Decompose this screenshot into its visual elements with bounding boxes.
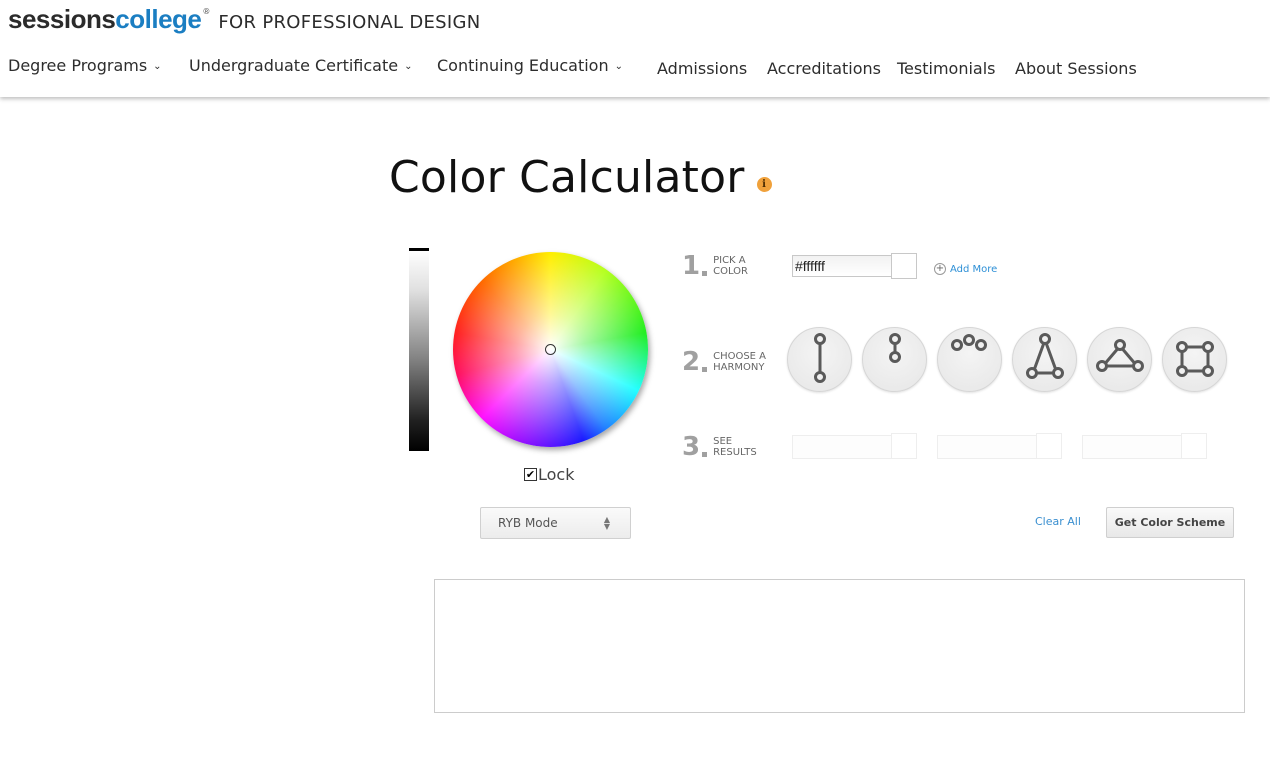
nav-testimonials[interactable]: Testimonials: [897, 59, 996, 78]
nav-label: Testimonials: [897, 59, 996, 78]
nav-label: Accreditations: [767, 59, 881, 78]
color-mode-select[interactable]: RYB Mode ▲ ▼: [480, 507, 631, 539]
result-color-swatch-1: [891, 433, 917, 459]
step-dot: [702, 451, 708, 457]
nav-about-sessions[interactable]: About Sessions: [1015, 59, 1137, 78]
logo-college: college: [115, 4, 202, 34]
result-color-field-2[interactable]: [937, 435, 1037, 459]
main-nav: Degree Programs ⌄ Undergraduate Certifica…: [0, 52, 1270, 82]
result-color-field-3[interactable]: [1082, 435, 1182, 459]
lock-checkbox[interactable]: ✔ Lock: [524, 465, 574, 484]
nav-label: About Sessions: [1015, 59, 1137, 78]
plus-circle-icon: +: [934, 263, 946, 275]
nav-undergraduate-certificate[interactable]: Undergraduate Certificate ⌄: [189, 56, 413, 75]
logo-sessions: sessions: [8, 4, 116, 34]
tetrad-icon: [1176, 341, 1214, 377]
harmony-triad-button[interactable]: [1087, 327, 1152, 392]
nav-label: Admissions: [657, 59, 748, 78]
chevron-down-icon: ⌄: [153, 61, 162, 72]
picked-color-swatch[interactable]: [891, 253, 917, 279]
step-dot: [702, 366, 708, 372]
logo-tagline: FOR PROFESSIONAL DESIGN: [218, 12, 481, 33]
step-dot: [702, 270, 708, 276]
harmony-monochromatic-button[interactable]: [862, 327, 927, 392]
chevron-down-icon: ⌄: [614, 61, 623, 72]
registered-mark: ®: [202, 7, 211, 16]
page-title: Color Calculator: [389, 152, 745, 203]
harmony-complementary-button[interactable]: [787, 327, 852, 392]
color-mode-value: RYB Mode: [498, 516, 558, 530]
nav-label: Continuing Education: [437, 56, 609, 75]
harmony-analogous-button[interactable]: [937, 327, 1002, 392]
add-more-label: Add More: [950, 263, 998, 275]
nav-continuing-education[interactable]: Continuing Education ⌄: [437, 56, 623, 75]
step-number: 2: [682, 347, 701, 377]
brightness-slider-handle[interactable]: [409, 248, 429, 251]
step-number: 3: [682, 432, 701, 462]
result-color-field-1[interactable]: [792, 435, 892, 459]
get-color-scheme-button[interactable]: Get Color Scheme: [1106, 507, 1234, 538]
step-1: 1 PICK A COLOR: [682, 251, 748, 281]
split-complementary-icon: [1026, 333, 1064, 379]
nav-degree-programs[interactable]: Degree Programs ⌄: [8, 56, 162, 75]
step-2: 2 CHOOSE A HARMONY: [682, 347, 766, 377]
harmony-split-complementary-button[interactable]: [1012, 327, 1077, 392]
step-label: CHOOSE A HARMONY: [713, 351, 767, 373]
nav-accreditations[interactable]: Accreditations: [767, 59, 881, 78]
chevron-down-icon: ⌄: [404, 61, 413, 72]
site-logo[interactable]: sessions college ® FOR PROFESSIONAL DESIGN: [8, 4, 481, 35]
brightness-slider[interactable]: [409, 250, 429, 451]
complementary-icon: [814, 333, 826, 383]
checkbox-checked-icon[interactable]: ✔: [524, 468, 537, 481]
nav-label: Undergraduate Certificate: [189, 56, 399, 75]
harmony-tetrad-button[interactable]: [1162, 327, 1227, 392]
nav-admissions[interactable]: Admissions: [657, 59, 747, 78]
hex-color-input[interactable]: #ffffff: [792, 255, 892, 277]
step-number: 1: [682, 251, 701, 281]
triad-icon: [1096, 339, 1144, 372]
step-3: 3 SEE RESULTS: [682, 432, 757, 462]
result-color-swatch-2: [1036, 433, 1062, 459]
color-wheel-marker[interactable]: [545, 344, 556, 355]
color-scheme-output: [434, 579, 1245, 713]
lock-label: Lock: [538, 465, 575, 484]
site-header: sessions college ® FOR PROFESSIONAL DESIGN…: [0, 0, 1270, 97]
clear-all-link[interactable]: Clear All: [1035, 515, 1081, 528]
add-more-link[interactable]: + Add More: [934, 263, 997, 275]
title-row: Color Calculator i: [389, 152, 772, 203]
select-arrows-icon: ▲ ▼: [603, 515, 610, 531]
step-label: SEE RESULTS: [713, 436, 757, 458]
info-icon[interactable]: i: [756, 177, 772, 192]
result-color-swatch-3: [1181, 433, 1207, 459]
step-label: PICK A COLOR: [713, 255, 748, 277]
nav-label: Degree Programs: [8, 56, 148, 75]
monochromatic-icon: [889, 333, 901, 363]
analogous-icon: [951, 334, 987, 351]
